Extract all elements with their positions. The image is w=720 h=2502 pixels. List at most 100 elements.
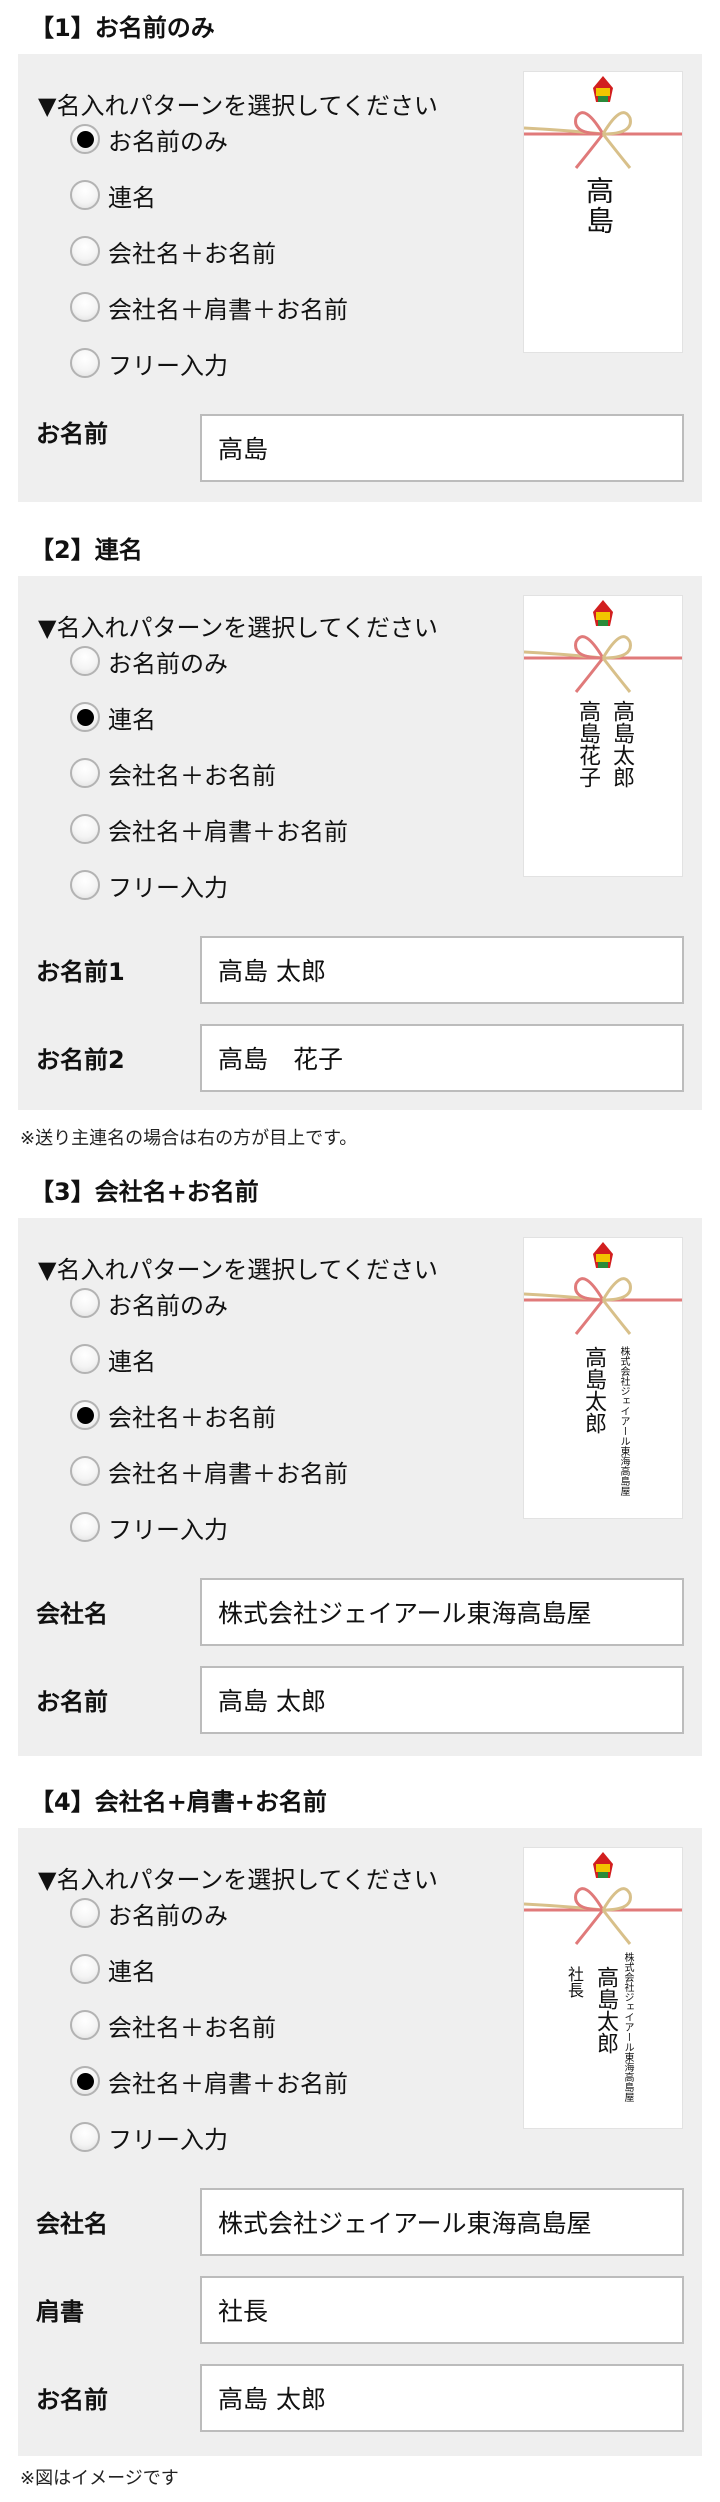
radio-label: 会社名＋肩書＋お名前 bbox=[108, 1459, 348, 1488]
radio-button[interactable] bbox=[70, 758, 100, 788]
radio-button[interactable] bbox=[70, 2066, 100, 2096]
radio-button[interactable] bbox=[70, 646, 100, 676]
radio-button[interactable] bbox=[70, 1456, 100, 1486]
radio-label: お名前のみ bbox=[108, 649, 228, 678]
noshi-preview-image: 株式会社ジェイアール東海高島屋 高島太郎 社長 bbox=[524, 1848, 682, 2128]
radio-label: フリー入力 bbox=[108, 2125, 228, 2154]
radio-button[interactable] bbox=[70, 1288, 100, 1318]
label-title: 肩書 bbox=[36, 2298, 84, 2326]
radio-button[interactable] bbox=[70, 348, 100, 378]
name-input[interactable]: 高島 太郎 bbox=[200, 2364, 684, 2432]
radio-button[interactable] bbox=[70, 1898, 100, 1928]
radio-label: 連名 bbox=[108, 183, 156, 212]
radio-label: フリー入力 bbox=[108, 351, 228, 380]
radio-option-name-only[interactable]: お名前のみ bbox=[70, 1896, 228, 1930]
radio-option-free-input[interactable]: フリー入力 bbox=[70, 868, 228, 902]
radio-button[interactable] bbox=[70, 292, 100, 322]
name-input[interactable]: 高島 太郎 bbox=[200, 1666, 684, 1734]
joint-name-note: ※送り主連名の場合は右の方が目上です。 bbox=[20, 1128, 358, 1149]
section-title-4: 【4】会社名+肩書+お名前 bbox=[30, 1788, 327, 1816]
noshi-preview-image: 高島 bbox=[524, 72, 682, 352]
name-1-input[interactable]: 高島 太郎 bbox=[200, 936, 684, 1004]
radio-button[interactable] bbox=[70, 1400, 100, 1430]
section-panel-2: ▼名入れパターンを選択してください お名前のみ 連名 会社名＋お名前 会社名＋肩… bbox=[18, 576, 702, 1110]
radio-option-company-name[interactable]: 会社名＋お名前 bbox=[70, 2008, 276, 2042]
radio-label: 会社名＋お名前 bbox=[108, 1403, 276, 1432]
noshi-preview-name: 高島太郎 bbox=[593, 1966, 618, 2054]
radio-label: 連名 bbox=[108, 1347, 156, 1376]
section-panel-3: ▼名入れパターンを選択してください お名前のみ 連名 会社名＋お名前 会社名＋肩… bbox=[18, 1218, 702, 1756]
noshi-preview-title: 社長 bbox=[565, 1966, 584, 1998]
radio-option-name-only[interactable]: お名前のみ bbox=[70, 122, 228, 156]
label-name: お名前 bbox=[36, 1688, 108, 1716]
radio-label: 連名 bbox=[108, 1957, 156, 1986]
radio-label: 連名 bbox=[108, 705, 156, 734]
image-note: ※図はイメージです bbox=[20, 2468, 179, 2489]
radio-option-name-only[interactable]: お名前のみ bbox=[70, 1286, 228, 1320]
radio-option-company-title-name[interactable]: 会社名＋肩書＋お名前 bbox=[70, 1454, 348, 1488]
radio-button[interactable] bbox=[70, 1512, 100, 1542]
radio-option-free-input[interactable]: フリー入力 bbox=[70, 346, 228, 380]
radio-option-free-input[interactable]: フリー入力 bbox=[70, 1510, 228, 1544]
pattern-prompt: ▼名入れパターンを選択してください bbox=[38, 614, 438, 642]
radio-button[interactable] bbox=[70, 870, 100, 900]
section-panel-4: ▼名入れパターンを選択してください お名前のみ 連名 会社名＋お名前 会社名＋肩… bbox=[18, 1828, 702, 2456]
radio-option-company-name[interactable]: 会社名＋お名前 bbox=[70, 234, 276, 268]
radio-label: 会社名＋肩書＋お名前 bbox=[108, 817, 348, 846]
company-input[interactable]: 株式会社ジェイアール東海高島屋 bbox=[200, 2188, 684, 2256]
label-name-2: お名前2 bbox=[36, 1046, 125, 1074]
radio-button[interactable] bbox=[70, 236, 100, 266]
radio-label: 会社名＋お名前 bbox=[108, 761, 276, 790]
radio-label: 会社名＋肩書＋お名前 bbox=[108, 295, 348, 324]
pattern-prompt: ▼名入れパターンを選択してください bbox=[38, 1256, 438, 1284]
radio-option-company-title-name[interactable]: 会社名＋肩書＋お名前 bbox=[70, 290, 348, 324]
radio-option-company-title-name[interactable]: 会社名＋肩書＋お名前 bbox=[70, 812, 348, 846]
label-name: お名前 bbox=[36, 2386, 108, 2414]
noshi-preview-name-2: 高島花子 bbox=[575, 700, 600, 788]
radio-label: お名前のみ bbox=[108, 1291, 228, 1320]
label-name-1: お名前1 bbox=[36, 958, 125, 986]
radio-option-company-name[interactable]: 会社名＋お名前 bbox=[70, 756, 276, 790]
section-title-1: 【1】お名前のみ bbox=[30, 14, 215, 42]
radio-option-free-input[interactable]: フリー入力 bbox=[70, 2120, 228, 2154]
noshi-preview-company: 株式会社ジェイアール東海高島屋 bbox=[618, 1346, 629, 1496]
radio-option-joint[interactable]: 連名 bbox=[70, 178, 156, 212]
radio-option-joint[interactable]: 連名 bbox=[70, 700, 156, 734]
noshi-ribbon-icon bbox=[524, 600, 682, 693]
radio-button[interactable] bbox=[70, 2010, 100, 2040]
label-company: 会社名 bbox=[36, 1600, 108, 1628]
radio-label: フリー入力 bbox=[108, 873, 228, 902]
radio-label: フリー入力 bbox=[108, 1515, 228, 1544]
radio-button[interactable] bbox=[70, 1954, 100, 1984]
radio-label: 会社名＋肩書＋お名前 bbox=[108, 2069, 348, 2098]
name-2-input[interactable]: 高島 花子 bbox=[200, 1024, 684, 1092]
radio-option-name-only[interactable]: お名前のみ bbox=[70, 644, 228, 678]
radio-button[interactable] bbox=[70, 702, 100, 732]
radio-button[interactable] bbox=[70, 180, 100, 210]
company-input[interactable]: 株式会社ジェイアール東海高島屋 bbox=[200, 1578, 684, 1646]
label-company: 会社名 bbox=[36, 2210, 108, 2238]
label-name: お名前 bbox=[36, 420, 108, 448]
radio-label: お名前のみ bbox=[108, 1901, 228, 1930]
noshi-preview-name: 高島太郎 bbox=[581, 1346, 606, 1434]
radio-option-joint[interactable]: 連名 bbox=[70, 1342, 156, 1376]
radio-button[interactable] bbox=[70, 814, 100, 844]
section-title-3: 【3】会社名+お名前 bbox=[30, 1178, 259, 1206]
noshi-preview-name: 高島 bbox=[582, 176, 615, 236]
radio-label: お名前のみ bbox=[108, 127, 228, 156]
radio-button[interactable] bbox=[70, 2122, 100, 2152]
radio-label: 会社名＋お名前 bbox=[108, 2013, 276, 2042]
noshi-preview-image: 株式会社ジェイアール東海高島屋 高島太郎 bbox=[524, 1238, 682, 1518]
pattern-prompt: ▼名入れパターンを選択してください bbox=[38, 1866, 438, 1894]
radio-option-company-name[interactable]: 会社名＋お名前 bbox=[70, 1398, 276, 1432]
name-input[interactable]: 高島 bbox=[200, 414, 684, 482]
title-input[interactable]: 社長 bbox=[200, 2276, 684, 2344]
noshi-preview-name-1: 高島太郎 bbox=[609, 700, 634, 788]
radio-option-joint[interactable]: 連名 bbox=[70, 1952, 156, 1986]
radio-button[interactable] bbox=[70, 1344, 100, 1374]
pattern-prompt: ▼名入れパターンを選択してください bbox=[38, 92, 438, 120]
radio-button[interactable] bbox=[70, 124, 100, 154]
section-title-2: 【2】連名 bbox=[30, 536, 143, 564]
noshi-preview-company: 株式会社ジェイアール東海高島屋 bbox=[622, 1952, 633, 2102]
radio-option-company-title-name[interactable]: 会社名＋肩書＋お名前 bbox=[70, 2064, 348, 2098]
